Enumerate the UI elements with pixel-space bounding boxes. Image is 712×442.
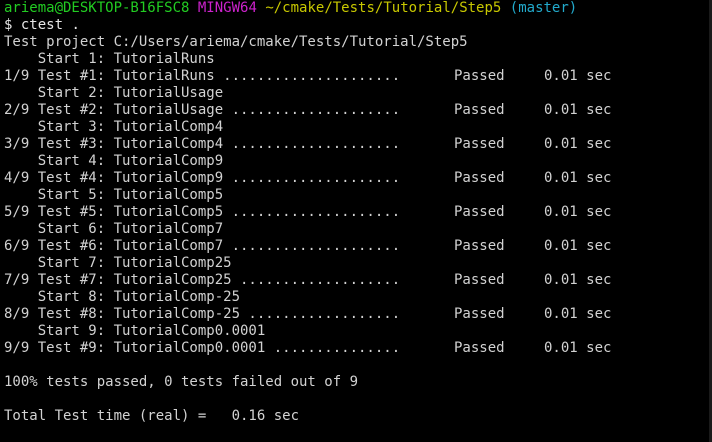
test-start-line: Start 2: TutorialUsage (4, 85, 224, 101)
test-result-name: 9/9 Test #9: TutorialComp0.0001 ........… (4, 340, 401, 356)
command-text: ctest . (20, 17, 80, 33)
test-result-line: 2/9 Test #2: TutorialUsage .............… (4, 102, 712, 119)
test-result-name: 1/9 Test #1: TutorialRuns ..............… (4, 68, 401, 84)
test-time: 0.01 sec (544, 238, 612, 254)
prompt-shell: MINGW64 (197, 0, 257, 16)
terminal-window[interactable]: ariema@DESKTOP-B16FSC8 MINGW64 ~/cmake/T… (0, 0, 712, 442)
test-result-line: 6/9 Test #6: TutorialComp7 .............… (4, 238, 712, 255)
test-status: Passed (454, 238, 505, 254)
test-time: 0.01 sec (544, 272, 612, 288)
test-result-name: 2/9 Test #2: TutorialUsage .............… (4, 102, 401, 118)
test-start-line: Start 4: TutorialComp9 (4, 153, 224, 169)
test-output: Start 1: TutorialRuns 1/9 Test #1: Tutori… (4, 51, 712, 357)
test-status: Passed (454, 68, 505, 84)
test-start-line: Start 6: TutorialComp7 (4, 221, 224, 237)
project-line: Test project C:/Users/ariema/cmake/Tests… (4, 34, 468, 50)
test-result-line: 1/9 Test #1: TutorialRuns ..............… (4, 68, 712, 85)
command-line: $ ctest . (4, 17, 712, 34)
prompt-branch: (master) (509, 0, 578, 16)
total-time-line: Total Test time (real) = 0.16 sec (4, 408, 300, 424)
test-status: Passed (454, 306, 505, 322)
test-start-line: Start 7: TutorialComp25 (4, 255, 232, 271)
prompt-user-host: ariema@DESKTOP-B16FSC8 (4, 0, 190, 16)
prompt-symbol: $ (4, 17, 13, 33)
test-time: 0.01 sec (544, 204, 612, 220)
test-result-line: 7/9 Test #7: TutorialComp25 ............… (4, 272, 712, 289)
test-start-line: Start 5: TutorialComp5 (4, 187, 224, 203)
test-status: Passed (454, 340, 505, 356)
test-time: 0.01 sec (544, 340, 612, 356)
test-result-line: 5/9 Test #5: TutorialComp5 .............… (4, 204, 712, 221)
test-result-name: 5/9 Test #5: TutorialComp5 .............… (4, 204, 401, 220)
test-status: Passed (454, 136, 505, 152)
test-result-line: 4/9 Test #4: TutorialComp9 .............… (4, 170, 712, 187)
test-time: 0.01 sec (544, 170, 612, 186)
test-result-name: 6/9 Test #6: TutorialComp7 .............… (4, 238, 401, 254)
test-status: Passed (454, 170, 505, 186)
prompt-path: ~/cmake/Tests/Tutorial/Step5 (265, 0, 502, 16)
summary-line: 100% tests passed, 0 tests failed out of… (4, 374, 359, 390)
test-result-line: 3/9 Test #3: TutorialComp4 .............… (4, 136, 712, 153)
test-time: 0.01 sec (544, 68, 612, 84)
test-result-line: 8/9 Test #8: TutorialComp-25 ...........… (4, 306, 712, 323)
test-status: Passed (454, 272, 505, 288)
test-result-name: 4/9 Test #4: TutorialComp9 .............… (4, 170, 401, 186)
test-time: 0.01 sec (544, 102, 612, 118)
test-time: 0.01 sec (544, 306, 612, 322)
test-result-name: 7/9 Test #7: TutorialComp25 ............… (4, 272, 401, 288)
test-status: Passed (454, 204, 505, 220)
test-result-name: 8/9 Test #8: TutorialComp-25 ...........… (4, 306, 401, 322)
prompt-line: ariema@DESKTOP-B16FSC8 MINGW64 ~/cmake/T… (4, 0, 712, 17)
test-status: Passed (454, 102, 505, 118)
test-start-line: Start 9: TutorialComp0.0001 (4, 323, 266, 339)
test-start-line: Start 1: TutorialRuns (4, 51, 215, 67)
test-result-line: 9/9 Test #9: TutorialComp0.0001 ........… (4, 340, 712, 357)
test-start-line: Start 3: TutorialComp4 (4, 119, 224, 135)
test-start-line: Start 8: TutorialComp-25 (4, 289, 241, 305)
test-time: 0.01 sec (544, 136, 612, 152)
test-result-name: 3/9 Test #3: TutorialComp4 .............… (4, 136, 401, 152)
